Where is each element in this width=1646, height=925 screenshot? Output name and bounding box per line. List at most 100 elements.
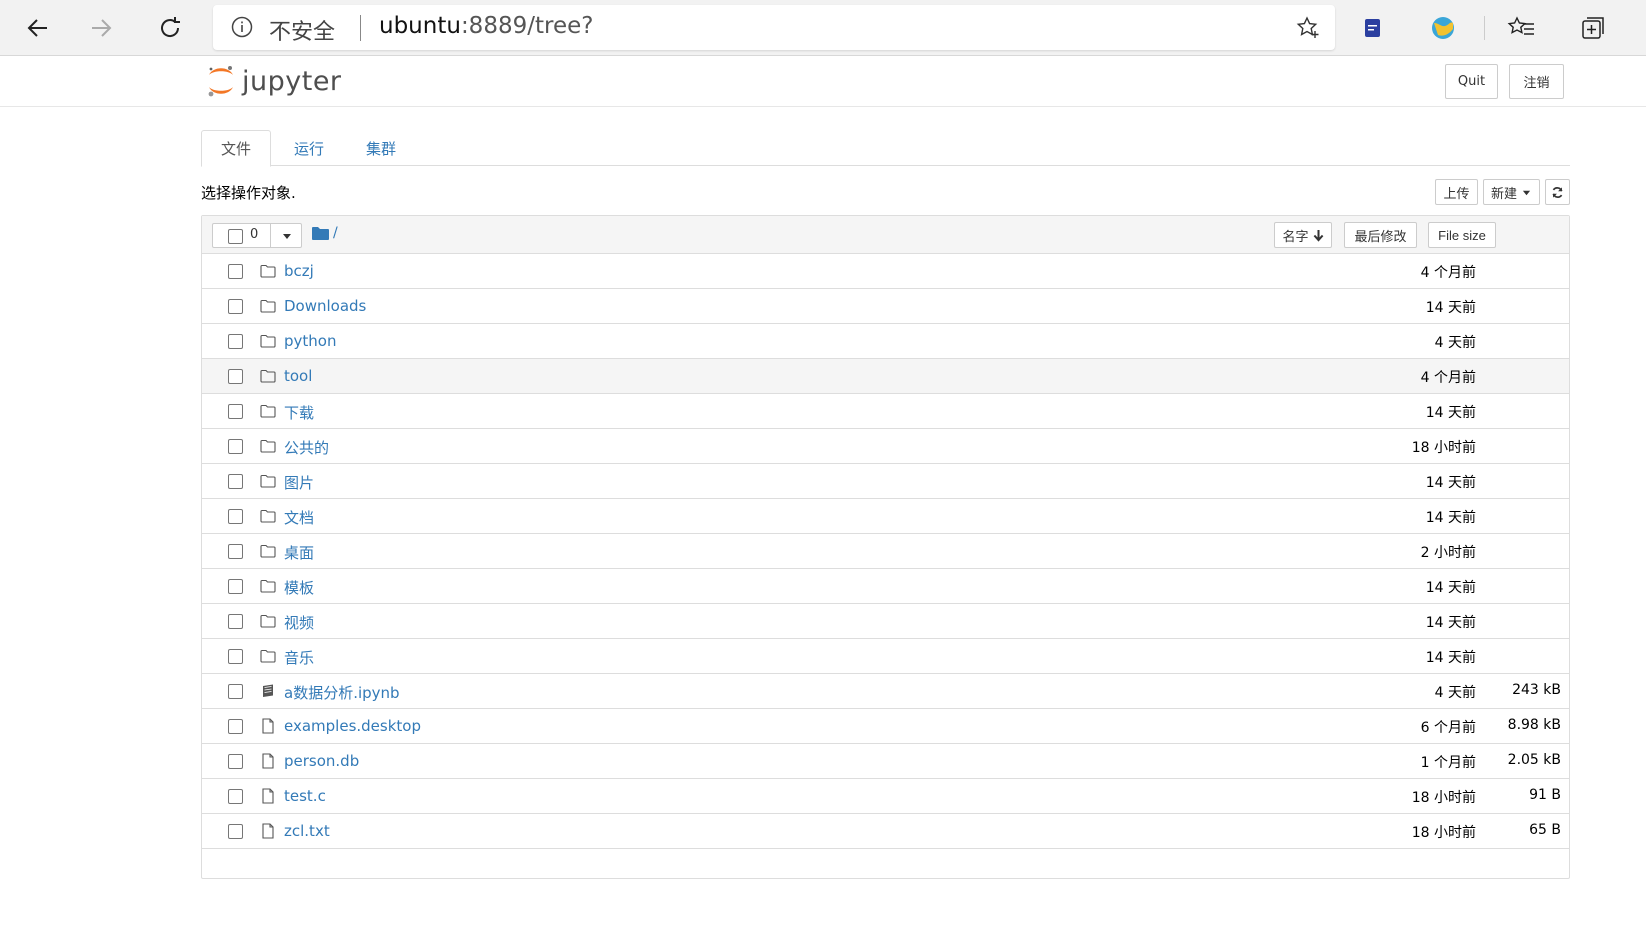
file-name-link[interactable]: bczj xyxy=(284,262,314,280)
sort-by-size-button[interactable]: File size xyxy=(1428,222,1496,248)
row-checkbox[interactable] xyxy=(228,824,243,839)
row-checkbox[interactable] xyxy=(228,299,243,314)
tab-clusters[interactable]: 集群 xyxy=(353,130,409,166)
file-modified: 4 个月前 xyxy=(1420,265,1476,281)
row-checkbox[interactable] xyxy=(228,754,243,769)
file-row[interactable]: 下载 14 天前 xyxy=(202,394,1569,429)
notebook-icon xyxy=(263,684,273,697)
add-favorite-icon[interactable] xyxy=(1295,15,1321,41)
file-row[interactable]: test.c 18 小时前 91 B xyxy=(202,779,1569,814)
file-name-link[interactable]: 模板 xyxy=(284,577,314,598)
file-row[interactable]: 文档 14 天前 xyxy=(202,499,1569,534)
row-checkbox[interactable] xyxy=(228,264,243,279)
folder-icon xyxy=(260,649,276,663)
file-row[interactable]: Downloads 14 天前 xyxy=(202,289,1569,324)
row-checkbox[interactable] xyxy=(228,789,243,804)
row-checkbox[interactable] xyxy=(228,369,243,384)
collections-icon[interactable] xyxy=(1578,13,1608,43)
back-button[interactable] xyxy=(18,8,58,48)
file-row[interactable]: person.db 1 个月前 2.05 kB xyxy=(202,744,1569,779)
row-type-icon xyxy=(260,648,276,664)
sort-by-name-button[interactable]: 名字 xyxy=(1274,222,1332,248)
file-name-link[interactable]: tool xyxy=(284,367,312,385)
row-checkbox[interactable] xyxy=(228,649,243,664)
file-row[interactable]: examples.desktop 6 个月前 8.98 kB xyxy=(202,709,1569,744)
file-name-link[interactable]: zcl.txt xyxy=(284,822,330,840)
file-row[interactable]: python 4 天前 xyxy=(202,324,1569,359)
file-size: 8.98 kB xyxy=(1507,717,1561,733)
breadcrumb[interactable]: / xyxy=(312,225,338,241)
favorites-icon[interactable] xyxy=(1507,13,1537,43)
file-name-link[interactable]: a数据分析.ipynb xyxy=(284,682,400,703)
folder-icon xyxy=(260,439,276,453)
row-type-icon xyxy=(260,368,276,384)
file-row[interactable]: 桌面 2 小时前 xyxy=(202,534,1569,569)
file-row[interactable]: 图片 14 天前 xyxy=(202,464,1569,499)
row-checkbox[interactable] xyxy=(228,439,243,454)
file-name-link[interactable]: test.c xyxy=(284,787,326,805)
arrow-down-icon xyxy=(1313,229,1323,242)
file-name-link[interactable]: 视频 xyxy=(284,612,314,633)
file-row[interactable]: 模板 14 天前 xyxy=(202,569,1569,604)
sort-name-label: 名字 xyxy=(1282,228,1309,244)
tab-bar: 文件 运行 集群 xyxy=(201,130,1570,167)
row-type-icon xyxy=(260,788,276,804)
upload-button[interactable]: 上传 xyxy=(1435,179,1478,205)
row-checkbox[interactable] xyxy=(228,684,243,699)
folder-icon xyxy=(260,299,276,313)
file-name-link[interactable]: person.db xyxy=(284,752,359,770)
folder-icon xyxy=(260,369,276,383)
folder-icon xyxy=(260,544,276,558)
breadcrumb-root[interactable]: / xyxy=(333,225,338,241)
logout-button[interactable]: 注销 xyxy=(1509,64,1564,99)
file-row[interactable]: bczj 4 个月前 xyxy=(202,254,1569,289)
selected-count: 0 xyxy=(250,227,259,242)
row-checkbox[interactable] xyxy=(228,579,243,594)
file-row[interactable]: tool 4 个月前 xyxy=(202,359,1569,394)
file-modified: 2 小时前 xyxy=(1420,545,1476,561)
quit-button[interactable]: Quit xyxy=(1445,64,1498,99)
extension-icon[interactable] xyxy=(1358,13,1388,43)
forward-button[interactable] xyxy=(81,8,121,48)
info-icon[interactable] xyxy=(231,16,253,38)
row-checkbox[interactable] xyxy=(228,404,243,419)
tab-files[interactable]: 文件 xyxy=(201,130,271,167)
jupyter-logo[interactable]: jupyter xyxy=(206,63,342,99)
new-dropdown-button[interactable]: 新建 xyxy=(1483,179,1540,205)
tab-running[interactable]: 运行 xyxy=(281,130,337,166)
file-row[interactable]: 视频 14 天前 xyxy=(202,604,1569,639)
row-checkbox[interactable] xyxy=(228,474,243,489)
refresh-list-button[interactable] xyxy=(1545,179,1570,205)
row-checkbox[interactable] xyxy=(228,544,243,559)
file-name-link[interactable]: 下载 xyxy=(284,402,314,423)
select-all-checkbox[interactable] xyxy=(228,229,243,244)
file-row[interactable]: zcl.txt 18 小时前 65 B xyxy=(202,814,1569,849)
file-modified: 14 天前 xyxy=(1425,405,1476,421)
file-icon xyxy=(262,753,274,769)
file-name-link[interactable]: 桌面 xyxy=(284,542,314,563)
select-menu-button[interactable] xyxy=(270,224,302,247)
file-name-link[interactable]: 图片 xyxy=(284,472,314,493)
file-row[interactable]: 音乐 14 天前 xyxy=(202,639,1569,674)
file-name-link[interactable]: 公共的 xyxy=(284,437,329,458)
jupyter-logo-icon xyxy=(208,66,233,97)
refresh-button[interactable] xyxy=(150,8,190,48)
row-type-icon xyxy=(260,333,276,349)
sort-by-modified-button[interactable]: 最后修改 xyxy=(1344,222,1417,248)
file-name-link[interactable]: python xyxy=(284,332,336,350)
row-type-icon xyxy=(260,508,276,524)
row-checkbox[interactable] xyxy=(228,719,243,734)
row-checkbox[interactable] xyxy=(228,334,243,349)
extension-globe-icon[interactable] xyxy=(1428,13,1458,43)
file-name-link[interactable]: 文档 xyxy=(284,507,314,528)
row-checkbox[interactable] xyxy=(228,509,243,524)
toolbar-divider xyxy=(1484,16,1485,40)
file-row[interactable]: a数据分析.ipynb 4 天前 243 kB xyxy=(202,674,1569,709)
selection-hint: 选择操作对象. xyxy=(201,184,296,202)
file-name-link[interactable]: 音乐 xyxy=(284,647,314,668)
address-bar[interactable]: 不安全 ubuntu:8889/tree? xyxy=(213,5,1335,50)
row-checkbox[interactable] xyxy=(228,614,243,629)
file-row[interactable]: 公共的 18 小时前 xyxy=(202,429,1569,464)
file-name-link[interactable]: Downloads xyxy=(284,297,366,315)
file-name-link[interactable]: examples.desktop xyxy=(284,717,421,735)
